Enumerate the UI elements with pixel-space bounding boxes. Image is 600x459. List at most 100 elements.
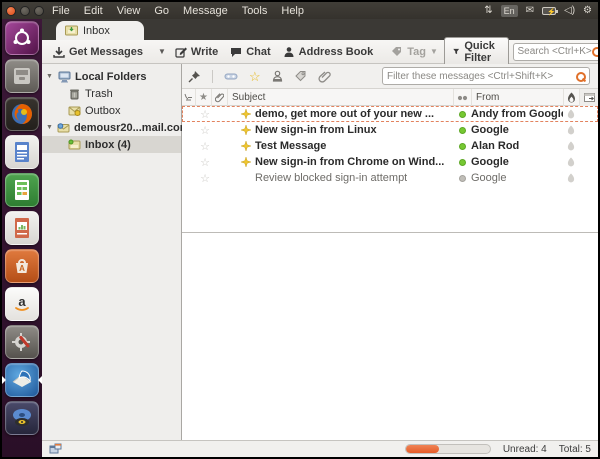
libreoffice-calc-icon[interactable] bbox=[5, 173, 39, 207]
unread-count: Unread: 4 bbox=[503, 444, 547, 455]
attachment-filter-icon[interactable] bbox=[318, 70, 331, 83]
junk-status-icon[interactable] bbox=[567, 125, 575, 135]
menu-help[interactable]: Help bbox=[281, 5, 304, 17]
folder-inbox[interactable]: Inbox (4) bbox=[42, 136, 181, 153]
unread-dot-icon[interactable] bbox=[459, 143, 466, 150]
progress-bar bbox=[405, 444, 491, 454]
close-button[interactable] bbox=[6, 6, 16, 16]
message-row[interactable]: ☆ Test Message Alan Rod bbox=[182, 138, 598, 154]
junk-status-icon[interactable] bbox=[567, 141, 575, 151]
junk-status-icon[interactable] bbox=[567, 157, 575, 167]
subject-column-header[interactable]: Subject bbox=[228, 89, 454, 106]
twisty-icon[interactable]: ▼ bbox=[46, 124, 53, 131]
junk-status-icon[interactable] bbox=[567, 109, 575, 119]
tag-button[interactable]: Tag ▼ bbox=[385, 44, 444, 60]
get-messages-button[interactable]: Get Messages bbox=[47, 44, 149, 60]
quick-filter-button[interactable]: Quick Filter bbox=[444, 37, 509, 67]
from-column-header[interactable]: From bbox=[472, 89, 564, 106]
twisty-icon[interactable]: ▼ bbox=[46, 73, 54, 80]
search-icon[interactable] bbox=[592, 47, 600, 56]
status-panel-icon[interactable] bbox=[49, 443, 62, 455]
folder-outbox[interactable]: Outbox bbox=[42, 102, 181, 119]
menu-tools[interactable]: Tools bbox=[242, 5, 268, 17]
junk-status-icon[interactable] bbox=[567, 173, 575, 183]
message-list-empty-area bbox=[182, 186, 598, 232]
software-center-icon[interactable]: A bbox=[5, 249, 39, 283]
folder-trash[interactable]: Trash bbox=[42, 85, 181, 102]
menu-message[interactable]: Message bbox=[183, 5, 228, 17]
column-picker-icon[interactable] bbox=[580, 89, 598, 106]
libreoffice-impress-icon[interactable] bbox=[5, 211, 39, 245]
firefox-icon[interactable] bbox=[5, 97, 39, 131]
attachment-column-icon[interactable] bbox=[212, 89, 228, 106]
column-header: ★ Subject From bbox=[182, 89, 598, 106]
thread-column-icon[interactable] bbox=[182, 89, 196, 106]
starred-filter-icon[interactable]: ☆ bbox=[249, 70, 261, 83]
message-row[interactable]: ☆ Review blocked sign-in attempt Google bbox=[182, 170, 598, 186]
amazon-icon[interactable]: a bbox=[5, 287, 39, 321]
message-subject: demo, get more out of your new ... bbox=[255, 108, 434, 120]
unread-dot-icon[interactable] bbox=[459, 159, 466, 166]
gear-icon[interactable]: ⚙ bbox=[583, 5, 592, 16]
global-search-input[interactable]: Search <Ctrl+K> bbox=[513, 43, 600, 61]
star-icon[interactable]: ☆ bbox=[197, 124, 213, 137]
star-column-icon[interactable]: ★ bbox=[196, 89, 212, 106]
volume-icon[interactable]: ◁) bbox=[564, 5, 575, 16]
new-message-sparkle-icon bbox=[241, 157, 251, 167]
svg-text:a: a bbox=[18, 294, 26, 309]
message-subject: Review blocked sign-in attempt bbox=[255, 172, 407, 184]
folder-account[interactable]: ▼ demousr20...mail.com bbox=[42, 119, 181, 136]
filter-placeholder: Filter these messages <Ctrl+Shift+K> bbox=[387, 71, 576, 82]
libreoffice-writer-icon[interactable] bbox=[5, 135, 39, 169]
star-icon[interactable]: ☆ bbox=[197, 108, 213, 121]
tag-dropdown-arrow: ▼ bbox=[430, 47, 438, 56]
folder-local-folders[interactable]: ▼ Local Folders bbox=[42, 68, 181, 85]
system-tray: ⇅ En ✉ ⚡ ◁) ⚙ bbox=[484, 5, 592, 17]
disk-icon[interactable] bbox=[5, 401, 39, 435]
chat-icon bbox=[230, 46, 242, 58]
filter-messages-input[interactable]: Filter these messages <Ctrl+Shift+K> bbox=[382, 67, 590, 85]
message-list: ☆ demo, get more out of your new ... And… bbox=[182, 106, 598, 186]
battery-charging-icon[interactable]: ⚡ bbox=[542, 7, 556, 15]
tag-filter-icon[interactable] bbox=[294, 70, 307, 82]
minimize-button[interactable] bbox=[20, 6, 30, 16]
chat-button[interactable]: Chat bbox=[224, 44, 276, 60]
maximize-button[interactable] bbox=[34, 6, 44, 16]
filter-search-icon[interactable] bbox=[576, 72, 585, 81]
message-row[interactable]: ☆ demo, get more out of your new ... And… bbox=[182, 106, 598, 122]
menu-view[interactable]: View bbox=[117, 5, 141, 17]
menu-file[interactable]: File bbox=[52, 5, 70, 17]
message-from: Google bbox=[471, 156, 563, 168]
star-icon[interactable]: ☆ bbox=[197, 140, 213, 153]
network-arrows-icon[interactable]: ⇅ bbox=[484, 5, 492, 16]
keyboard-layout-indicator[interactable]: En bbox=[501, 5, 518, 17]
star-icon[interactable]: ☆ bbox=[197, 156, 213, 169]
get-messages-dropdown[interactable]: ▼ bbox=[155, 45, 169, 58]
star-icon[interactable]: ☆ bbox=[197, 172, 213, 185]
read-column-icon[interactable] bbox=[454, 89, 472, 106]
mail-envelope-icon[interactable]: ✉ bbox=[526, 5, 534, 16]
thunderbird-icon[interactable] bbox=[5, 363, 39, 397]
message-row[interactable]: ☆ New sign-in from Linux Google bbox=[182, 122, 598, 138]
unread-dot-icon[interactable] bbox=[459, 127, 466, 134]
tab-inbox[interactable]: Inbox bbox=[56, 21, 144, 40]
write-button[interactable]: Write bbox=[169, 44, 224, 60]
address-book-label: Address Book bbox=[299, 46, 374, 58]
menu-go[interactable]: Go bbox=[154, 5, 169, 17]
files-icon[interactable] bbox=[5, 59, 39, 93]
pin-icon[interactable] bbox=[188, 70, 201, 83]
trash-icon bbox=[68, 88, 81, 100]
unread-dot-icon[interactable] bbox=[459, 111, 466, 118]
contact-filter-icon[interactable] bbox=[272, 70, 283, 82]
address-book-button[interactable]: Address Book bbox=[277, 44, 380, 60]
read-dot-icon[interactable] bbox=[459, 175, 466, 182]
message-row[interactable]: ☆ New sign-in from Chrome on Wind... Goo… bbox=[182, 154, 598, 170]
ubuntu-logo-icon[interactable] bbox=[5, 21, 39, 55]
menu-edit[interactable]: Edit bbox=[84, 5, 103, 17]
new-message-sparkle-icon bbox=[241, 141, 251, 151]
message-from: Alan Rod bbox=[471, 140, 563, 152]
junk-column-icon[interactable] bbox=[564, 89, 580, 106]
unread-filter-icon[interactable] bbox=[224, 72, 238, 81]
from-column-label: From bbox=[476, 92, 499, 103]
system-settings-icon[interactable] bbox=[5, 325, 39, 359]
